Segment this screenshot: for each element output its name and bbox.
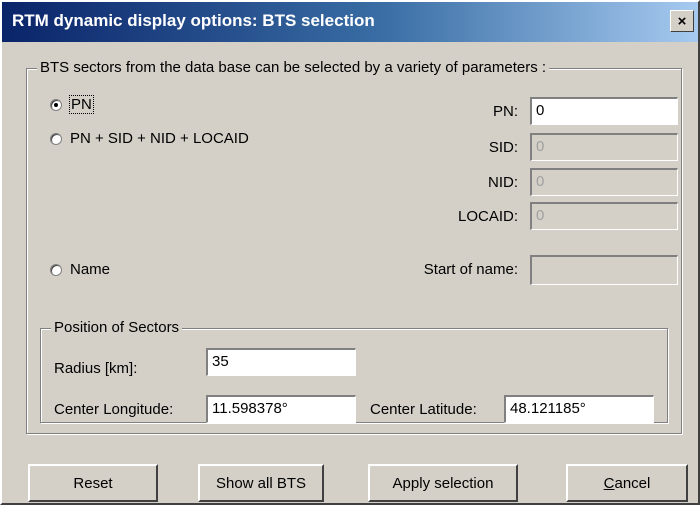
close-icon: × [677,12,687,30]
apply-selection-button[interactable]: Apply selection [368,464,518,502]
start-of-name-input[interactable] [530,255,678,285]
selection-group-legend: BTS sectors from the data base can be se… [37,59,550,76]
cancel-button-label: Cancel [603,474,651,492]
radio-pn-indicator[interactable] [50,98,62,111]
radio-name-label: Name [70,261,111,278]
sid-label: SID: [488,139,518,156]
title-bar[interactable]: RTM dynamic display options: BTS selecti… [2,2,698,42]
dialog-window: RTM dynamic display options: BTS selecti… [0,0,700,505]
show-all-bts-button[interactable]: Show all BTS [198,464,324,502]
radio-pn-sid-nid-locaid-indicator[interactable] [50,132,62,145]
cancel-button[interactable]: Cancel [566,464,688,502]
radius-input[interactable]: 35 [206,348,356,376]
show-all-bts-button-label: Show all BTS [215,474,307,492]
apply-selection-button-label: Apply selection [392,474,494,492]
position-group-legend: Position of Sectors [51,319,183,336]
locaid-input[interactable]: 0 [530,202,678,230]
center-longitude-input[interactable]: 11.598378° [206,395,356,423]
reset-button[interactable]: Reset [28,464,158,502]
nid-input[interactable]: 0 [530,168,678,196]
nid-label: NID: [488,174,518,191]
reset-button-label: Reset [73,474,113,492]
radio-pn-sid-nid-locaid[interactable]: PN + SID + NID + LOCAID [50,130,249,147]
close-button[interactable]: × [670,10,694,32]
radio-pn-label: PN [69,95,94,114]
radio-name-indicator[interactable] [50,263,62,276]
radio-pn-sid-nid-locaid-label: PN + SID + NID + LOCAID [70,130,249,147]
start-of-name-label: Start of name: [423,261,518,278]
pn-input[interactable]: 0 [530,97,678,125]
center-longitude-label: Center Longitude: [54,401,174,418]
pn-label: PN: [492,103,518,120]
center-latitude-label: Center Latitude: [370,401,477,418]
radius-label: Radius [km]: [54,360,138,377]
center-latitude-input[interactable]: 48.121185° [504,395,654,423]
window-title: RTM dynamic display options: BTS selecti… [12,11,375,30]
locaid-label: LOCAID: [457,208,518,225]
sid-input[interactable]: 0 [530,133,678,161]
radio-name[interactable]: Name [50,261,110,278]
radio-pn[interactable]: PN [50,95,94,114]
